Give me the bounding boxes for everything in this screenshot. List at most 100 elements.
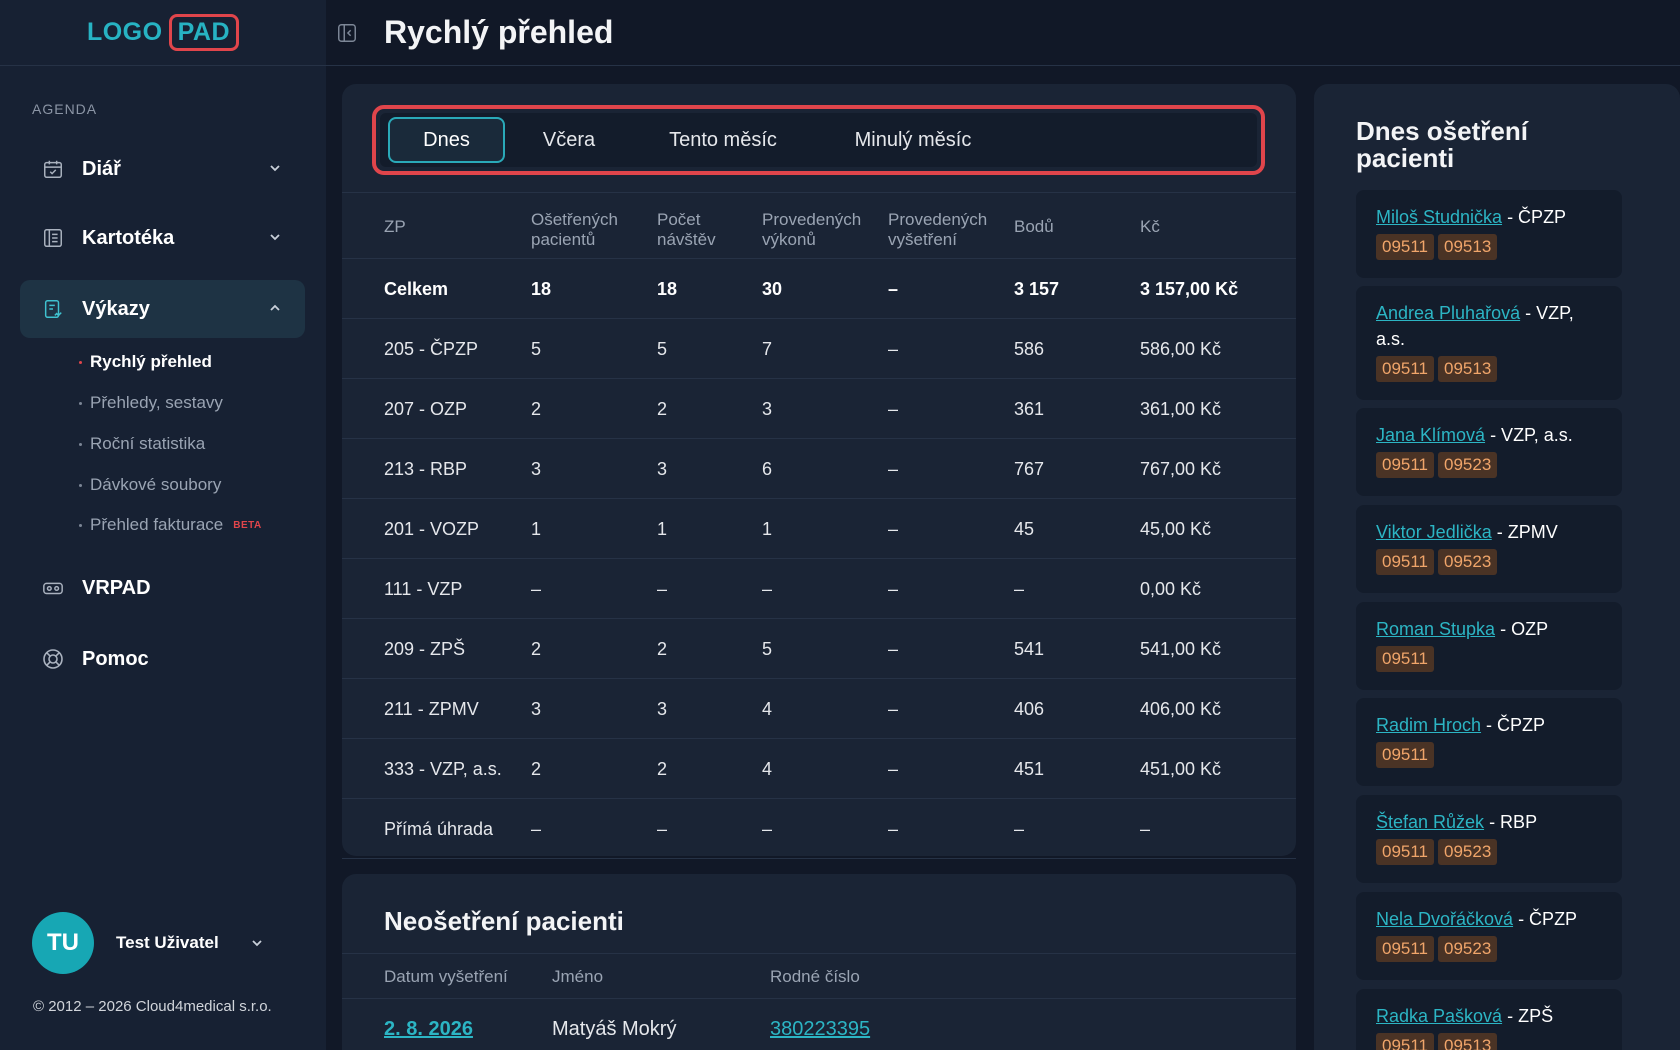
chevron-up-icon [267,300,283,316]
tabs-highlight: Dnes Včera Tento měsíc Minulý měsíc [372,105,1265,175]
procedure-code-badge: 09513 [1438,234,1498,260]
sub-item-prehledy-sestavy[interactable]: Přehledy, sestavy [79,393,223,413]
patient-link[interactable]: Viktor Jedlička [1376,522,1492,542]
treated-today-card: Dnes ošetření pacienti Miloš Studnička -… [1314,84,1680,1050]
cell-exams: – [888,819,899,839]
table-row-total: Celkem 18 18 30 – 3 157 3 157,00 Kč [342,259,1296,319]
cell-zp: Celkem [384,279,449,299]
patient-card: Radim Hroch - ČPZP 09511 [1356,698,1622,786]
logo-text-right: PAD [168,13,240,52]
patient-name: Matyáš Mokrý [552,1018,677,1040]
cell-points: 541 [1014,639,1045,659]
cell-patients: 2 [531,639,542,659]
tab-tento-mesic[interactable]: Tento měsíc [633,117,813,163]
header-points: Bodů [1014,217,1054,236]
sub-item-rychly-prehled[interactable]: Rychlý přehled [79,352,212,372]
sub-item-label: Dávkové soubory [90,475,222,494]
patient-link[interactable]: Miloš Studnička [1376,207,1502,227]
sub-item-davkove-soubory[interactable]: Dávkové soubory [79,475,221,495]
patient-link[interactable]: Štefan Růžek [1376,812,1484,832]
procedure-code-badge: 09513 [1438,356,1498,382]
procedure-code-badge: 09523 [1438,452,1498,478]
cell-zp: 333 - VZP, a.s. [384,759,502,779]
cell-visits: – [657,579,668,599]
page-title: Rychlý přehled [384,14,614,50]
sub-item-label: Rychlý přehled [90,352,212,371]
cell-points: 45 [1014,519,1035,539]
cell-patients: 3 [531,699,542,719]
cell-czk: – [1140,819,1151,839]
cell-czk: 586,00 Kč [1140,339,1222,359]
stats-card: Dnes Včera Tento měsíc Minulý měsíc ZP O… [342,84,1296,859]
header-name: Jméno [552,967,604,986]
sub-item-prehled-fakturace[interactable]: Přehled fakturace BETA [79,515,262,535]
patient-link[interactable]: Jana Klímová [1376,425,1485,445]
patient-link[interactable]: Radka Pašková [1376,1006,1502,1026]
collapse-sidebar-icon[interactable] [336,22,358,44]
cell-procedures: 3 [762,399,773,419]
patient-insurer: - VZP, a.s. [1485,425,1573,445]
logo[interactable]: LOGO PAD [86,13,240,52]
patient-card: Nela Dvořáčková - ČPZP 09511 09523 [1356,892,1622,980]
cell-points: 586 [1014,339,1045,359]
sidebar-item-diar[interactable]: Diář [20,140,305,198]
sidebar-item-vrpad[interactable]: VRPAD [20,559,305,617]
untreated-header: Datum vyšetření Jméno Rodné číslo [342,953,1296,999]
cell-exams: – [888,759,899,779]
header-line: vyšetření [888,230,957,249]
table-row: 111 - VZP – – – – – 0,00 Kč [342,559,1296,619]
cell-czk: 451,00 Kč [1140,759,1222,779]
table-row: Přímá úhrada – – – – – – [342,799,1296,859]
procedure-codes: 09511 [1376,646,1435,672]
cell-patients: 2 [531,759,542,779]
cell-exams: – [888,639,899,659]
cell-procedures: 4 [762,699,773,719]
cell-visits: 3 [657,459,668,479]
patient-card: Štefan Růžek - RBP 09511 09523 [1356,795,1622,883]
sidebar-item-kartoteka[interactable]: Kartotéka [20,209,305,267]
procedure-codes: 09511 [1376,742,1435,768]
patient-link[interactable]: Andrea Pluhařová [1376,303,1520,323]
tab-dnes[interactable]: Dnes [388,117,505,163]
cell-exams: – [888,459,899,479]
patient-insurer: - ČPZP [1481,715,1546,735]
cell-visits: 5 [657,339,668,359]
cell-czk: 767,00 Kč [1140,459,1222,479]
cell-procedures: – [762,579,773,599]
beta-badge: BETA [233,519,262,531]
patient-insurer: - OZP [1495,619,1549,639]
cell-exams: – [888,399,899,419]
header-line: Ošetřených [531,210,618,229]
table-row: 207 - OZP 2 2 3 – 361 361,00 Kč [342,379,1296,439]
patient-name-line: Nela Dvořáčková - ČPZP [1376,906,1602,932]
patient-link[interactable]: Radim Hroch [1376,715,1481,735]
header-exams: Provedených vyšetření [888,210,987,250]
tab-minuly-mesic[interactable]: Minulý měsíc [813,117,1013,163]
cell-czk: 361,00 Kč [1140,399,1222,419]
patient-link[interactable]: Roman Stupka [1376,619,1495,639]
patient-insurer: - ZPŠ [1502,1006,1554,1026]
exam-date-link[interactable]: 2. 8. 2026 [384,1018,473,1041]
table-header: ZP Ošetřených pacientů Počet návštěv Prove… [342,192,1296,259]
patient-name-line: Radim Hroch - ČPZP [1376,712,1602,738]
patient-card: Miloš Studnička - ČPZP 09511 09513 [1356,190,1622,278]
user-menu[interactable]: TU Test Uživatel [32,912,265,974]
header-line: výkonů [762,230,816,249]
tab-vcera[interactable]: Včera [505,117,633,163]
sidebar-item-label: Kartotéka [82,226,175,249]
cell-patients: 1 [531,519,542,539]
sidebar-item-vykazy[interactable]: Výkazy [20,280,305,338]
birth-number-link[interactable]: 380223395 [770,1018,870,1041]
patient-insurer: - ČPZP [1502,207,1567,227]
cell-points: 3 157 [1014,279,1060,299]
patient-link[interactable]: Nela Dvořáčková [1376,909,1513,929]
patient-card: Radka Pašková - ZPŠ 09511 09513 [1356,989,1622,1050]
cell-zp: 201 - VOZP [384,519,480,539]
sidebar-item-pomoc[interactable]: Pomoc [20,630,305,688]
procedure-code-badge: 09523 [1438,936,1498,962]
logo-text-left: LOGO [86,18,163,46]
header-czk: Kč [1140,217,1160,236]
cell-visits: 2 [657,759,668,779]
sub-item-rocni-statistika[interactable]: Roční statistika [79,434,205,454]
table-row: 333 - VZP, a.s. 2 2 4 – 451 451,00 Kč [342,739,1296,799]
